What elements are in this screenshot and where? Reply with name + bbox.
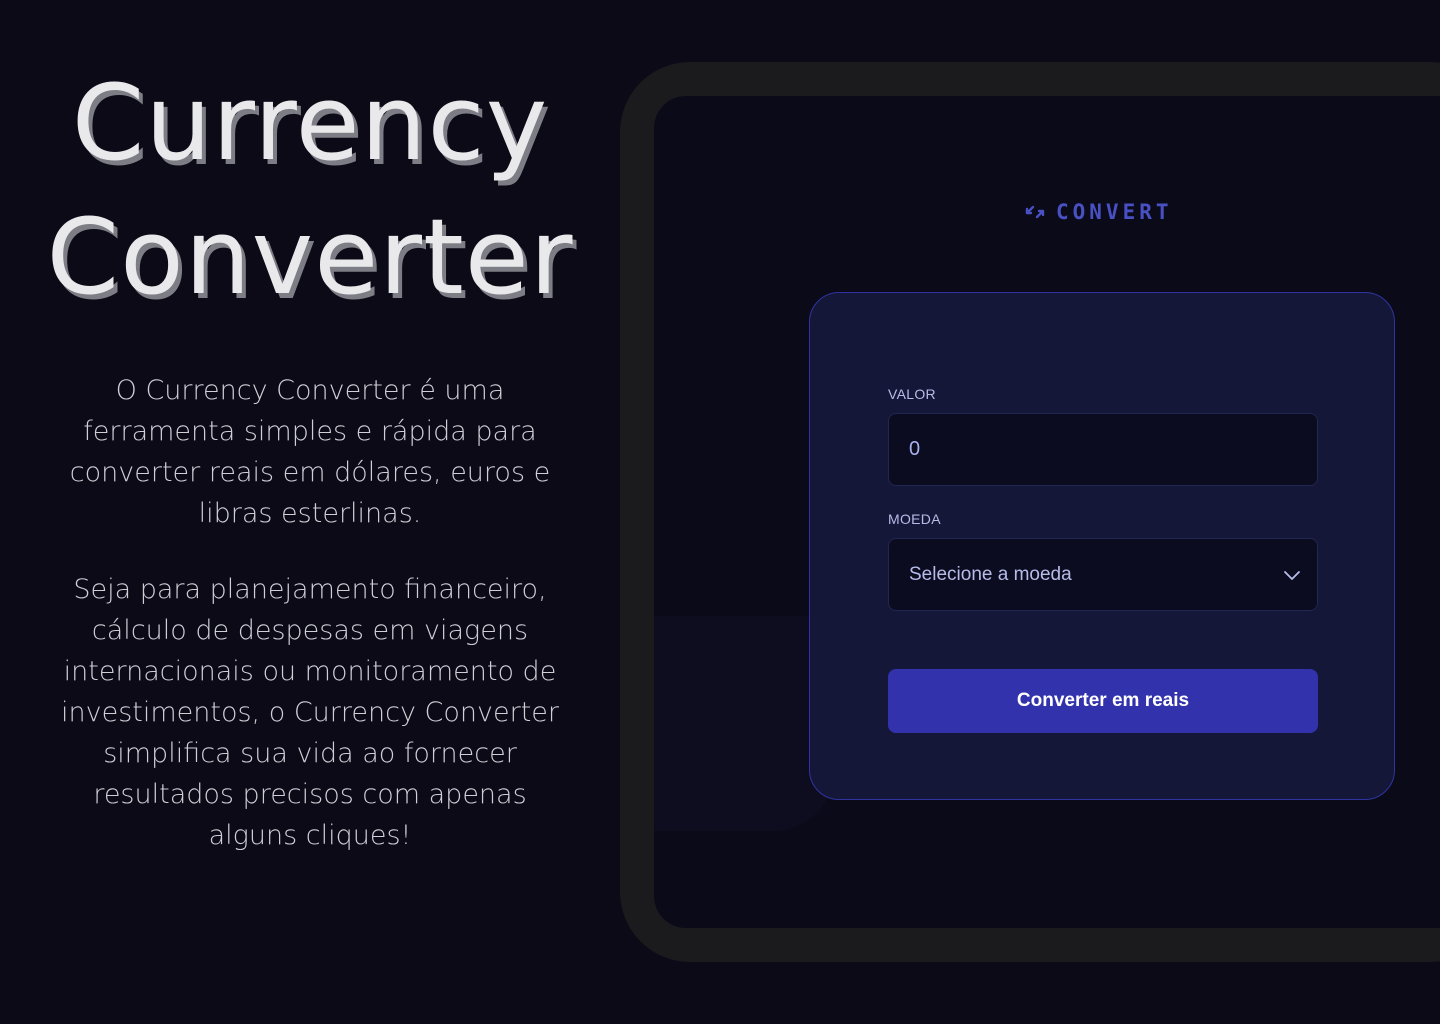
hero-description-2: Seja para planejamento financeiro, cálcu…: [61, 574, 559, 851]
hero-section: Currency Converter O Currency Converter …: [40, 56, 580, 856]
hero-title-line1: Currency: [71, 62, 549, 184]
chevron-down-icon: [1284, 570, 1300, 580]
logo-text: CONVERT: [1056, 200, 1173, 224]
valor-label: VALOR: [888, 386, 936, 402]
moeda-select-value: Selecione a moeda: [909, 563, 1072, 585]
convert-button[interactable]: Converter em reais: [888, 669, 1318, 733]
hero-title: Currency Converter: [40, 56, 580, 324]
moeda-label: MOEDA: [888, 511, 941, 527]
screen-decoration: [654, 616, 834, 831]
hero-title-line2: Converter: [46, 196, 574, 318]
hero-description-1: O Currency Converter é uma ferramenta si…: [69, 375, 551, 529]
valor-input[interactable]: 0: [888, 413, 1318, 486]
moeda-select[interactable]: Selecione a moeda: [888, 538, 1318, 611]
exchange-arrows-icon: [1025, 205, 1045, 219]
app-logo: CONVERT: [1024, 200, 1173, 224]
valor-input-value: 0: [909, 438, 921, 460]
